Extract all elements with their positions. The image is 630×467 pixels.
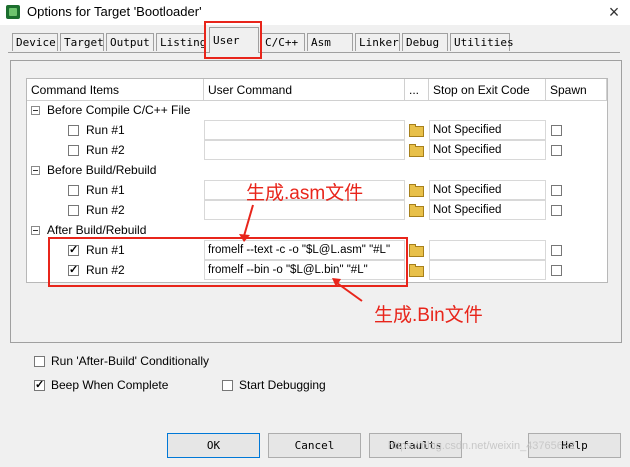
annotation-asm: 生成.asm文件 (246, 183, 364, 204)
cancel-button[interactable]: Cancel (268, 433, 361, 458)
stop-on-exit-value[interactable]: Not Specified (429, 140, 546, 160)
watermark: https://blog.csdn.net/weixin_43765622 (388, 440, 576, 452)
header-command-items: Command Items (27, 79, 204, 101)
user-command-field[interactable] (204, 120, 405, 140)
tab-cpp[interactable]: C/C++ (261, 33, 305, 51)
run1-checkbox[interactable] (68, 125, 79, 136)
run1-checkbox[interactable] (68, 185, 79, 196)
run2-checkbox[interactable] (68, 145, 79, 156)
run-after-build-checkbox[interactable] (34, 356, 45, 367)
row-label: Run #2 (86, 203, 125, 217)
start-debugging-label: Start Debugging (239, 378, 326, 392)
start-debugging-checkbox[interactable] (222, 380, 233, 391)
folder-icon[interactable] (408, 203, 426, 218)
window-title: Options for Target 'Bootloader' (27, 4, 202, 19)
run-after-build-label: Run 'After-Build' Conditionally (51, 354, 209, 368)
tab-divider (8, 52, 620, 53)
tab-debug[interactable]: Debug (402, 33, 448, 51)
row-label: Run #1 (86, 123, 125, 137)
stop-on-exit-value[interactable]: Not Specified (429, 180, 546, 200)
stop-on-exit-value[interactable]: Not Specified (429, 200, 546, 220)
tab-utilities[interactable]: Utilities (450, 33, 514, 51)
collapse-icon[interactable] (31, 226, 40, 235)
tab-output[interactable]: Output (106, 33, 154, 51)
header-user-command: User Command (204, 79, 405, 101)
app-icon (6, 5, 20, 19)
header-spawn: Spawn (546, 79, 607, 101)
group-before-compile: Before Compile C/C++ File (47, 103, 191, 117)
folder-icon[interactable] (408, 243, 426, 258)
spawn-checkbox[interactable] (551, 265, 562, 276)
collapse-icon[interactable] (31, 106, 40, 115)
after-build-highlight (48, 237, 408, 287)
row-label: Run #2 (86, 143, 125, 157)
row-label: Run #1 (86, 183, 125, 197)
spawn-checkbox[interactable] (551, 145, 562, 156)
stop-on-exit-value[interactable] (429, 260, 546, 280)
run2-checkbox[interactable] (68, 205, 79, 216)
beep-label: Beep When Complete (51, 378, 169, 392)
stop-on-exit-value[interactable] (429, 240, 546, 260)
header-browse: ... (405, 79, 429, 101)
collapse-icon[interactable] (31, 166, 40, 175)
folder-icon[interactable] (408, 143, 426, 158)
tab-target[interactable]: Target (60, 33, 104, 51)
tab-listing[interactable]: Listing (156, 33, 206, 51)
folder-icon[interactable] (408, 183, 426, 198)
tab-asm[interactable]: Asm (307, 33, 353, 51)
annotation-bin: 生成.Bin文件 (374, 305, 483, 326)
tab-device[interactable]: Device (12, 33, 58, 51)
folder-icon[interactable] (408, 123, 426, 138)
close-button[interactable]: × (600, 0, 628, 24)
spawn-checkbox[interactable] (551, 125, 562, 136)
group-before-build: Before Build/Rebuild (47, 163, 157, 177)
ok-button[interactable]: OK (167, 433, 260, 458)
spawn-checkbox[interactable] (551, 205, 562, 216)
tab-linker[interactable]: Linker (355, 33, 400, 51)
beep-checkbox[interactable] (34, 378, 45, 391)
spawn-checkbox[interactable] (551, 245, 562, 256)
stop-on-exit-value[interactable]: Not Specified (429, 120, 546, 140)
folder-icon[interactable] (408, 263, 426, 278)
tab-user[interactable]: User (209, 27, 259, 53)
title-bar: Options for Target 'Bootloader' × (0, 0, 630, 25)
user-command-field[interactable] (204, 140, 405, 160)
header-stop-on-exit: Stop on Exit Code (429, 79, 546, 101)
spawn-checkbox[interactable] (551, 185, 562, 196)
